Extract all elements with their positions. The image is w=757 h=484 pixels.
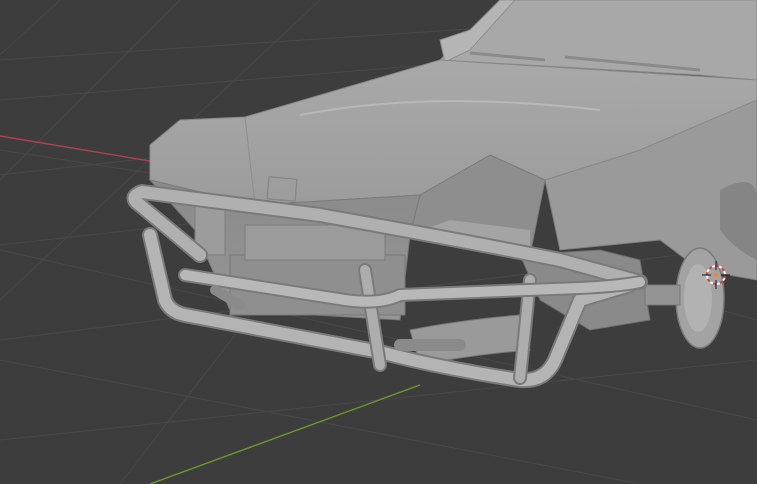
headlight-mount: [644, 284, 681, 306]
car-model[interactable]: [126, 0, 757, 389]
viewport-canvas[interactable]: [0, 0, 757, 484]
y-axis-line: [149, 384, 421, 484]
3d-viewport[interactable]: [0, 0, 757, 484]
